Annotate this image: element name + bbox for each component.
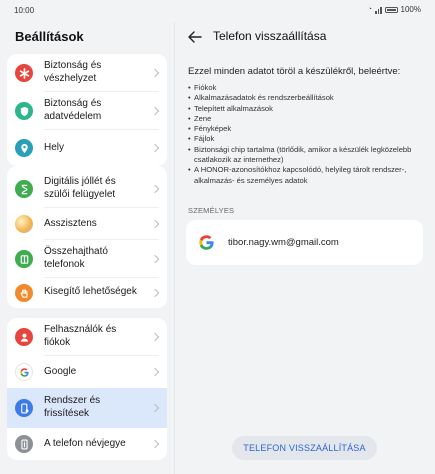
chevron-right-icon	[150, 143, 160, 153]
section-label-personal: SZEMÉLYES	[188, 206, 235, 215]
sidebar-item-label: Rendszer és frissítések	[44, 395, 101, 419]
hourglass-icon	[15, 180, 33, 198]
user-icon	[15, 328, 33, 346]
list-item: Fényképek	[188, 124, 423, 135]
settings-card-wellbeing: Digitális jóllét és szülői felügyelet As…	[7, 166, 167, 308]
assistant-icon	[15, 215, 33, 233]
panel-divider	[174, 22, 175, 474]
list-item: Fiókok	[188, 83, 423, 94]
foldable-icon	[15, 250, 33, 268]
battery-icon	[384, 6, 398, 13]
sidebar-item-google[interactable]: Google	[7, 356, 167, 388]
list-item: Telepített alkalmazások	[188, 104, 423, 115]
sidebar-item-assistant[interactable]: Asszisztens	[7, 208, 167, 240]
sidebar-item-about-phone[interactable]: A telefon névjegye	[7, 428, 167, 460]
sidebar-item-privacy[interactable]: Biztonság és adatvédelem	[7, 92, 167, 130]
list-item: Alkalmazásadatok és rendszerbeállítások	[188, 93, 423, 104]
battery-percent: 100%	[400, 5, 421, 14]
list-item: Biztonsági chip tartalma (törlődik, amik…	[188, 145, 423, 166]
sidebar-item-label: Asszisztens	[44, 218, 97, 229]
settings-card-system: Felhasználók és fiókok Google Rendszer é…	[7, 318, 167, 460]
sidebar-item-label: Google	[44, 366, 77, 377]
sidebar-item-label: A telefon névjegye	[44, 438, 126, 449]
chevron-right-icon	[150, 68, 160, 78]
settings-card-security: Biztonság és vészhelyzet Biztonság és ad…	[7, 54, 167, 166]
wifi-icon: ◔	[367, 6, 373, 13]
sidebar-item-label: Digitális jóllét és szülői felügyelet	[44, 176, 116, 200]
account-card: tibor.nagy.wm@gmail.com	[186, 220, 423, 265]
google-icon	[197, 233, 216, 252]
account-email: tibor.nagy.wm@gmail.com	[228, 237, 339, 248]
sidebar-item-foldable[interactable]: Összehajtható telefonok	[7, 240, 167, 278]
list-item: Zene	[188, 114, 423, 125]
status-icons: ◔ 100%	[368, 5, 421, 14]
sidebar-item-label: Biztonság és vészhelyzet	[44, 60, 102, 84]
sidebar-item-label: Hely	[44, 142, 65, 153]
sidebar-item-accessibility[interactable]: Kisegítő lehetőségek	[7, 278, 167, 308]
sidebar-item-label: Felhasználók és fiókok	[44, 324, 117, 348]
sidebar-item-emergency[interactable]: Biztonság és vészhelyzet	[7, 54, 167, 92]
phone-info-icon	[15, 435, 33, 453]
hand-icon	[15, 284, 33, 302]
sidebar-item-label: Kisegítő lehetőségek	[44, 286, 137, 297]
chevron-right-icon	[150, 332, 160, 342]
reset-intro-text: Ezzel minden adatot töröl a készülékről,…	[188, 66, 401, 77]
status-time: 10:00	[14, 6, 35, 15]
shield-icon	[15, 102, 33, 120]
status-bar: 10:00 ◔ 100%	[0, 0, 435, 22]
chevron-right-icon	[150, 403, 160, 413]
sidebar-item-system-updates[interactable]: Rendszer és frissítések	[7, 388, 167, 428]
reset-data-list: Fiókok Alkalmazásadatok és rendszerbeáll…	[188, 83, 423, 186]
chevron-right-icon	[150, 106, 160, 116]
chevron-right-icon	[150, 367, 160, 377]
phone-update-icon	[15, 399, 33, 417]
settings-title: Beállítások	[15, 29, 84, 44]
sidebar-item-location[interactable]: Hely	[7, 130, 167, 166]
asterisk-icon	[15, 64, 33, 82]
sidebar-item-label: Összehajtható telefonok	[44, 246, 108, 270]
list-item: A HONOR-azonosítókhoz kapcsolódó, helyil…	[188, 165, 423, 186]
chevron-right-icon	[150, 254, 160, 264]
chevron-right-icon	[150, 288, 160, 298]
back-arrow-icon[interactable]	[188, 30, 202, 43]
google-icon	[15, 363, 33, 381]
reset-phone-button[interactable]: TELEFON VISSZAÁLLÍTÁSA	[232, 436, 377, 460]
sidebar-item-digital-wellbeing[interactable]: Digitális jóllét és szülői felügyelet	[7, 170, 167, 208]
signal-icon	[375, 6, 382, 14]
chevron-right-icon	[150, 439, 160, 449]
sidebar-item-label: Biztonság és adatvédelem	[44, 98, 102, 122]
list-item: Fájlok	[188, 134, 423, 145]
sidebar-item-users-accounts[interactable]: Felhasználók és fiókok	[7, 318, 167, 356]
page-title: Telefon visszaállítása	[213, 29, 327, 43]
location-icon	[15, 139, 33, 157]
chevron-right-icon	[150, 219, 160, 229]
chevron-right-icon	[150, 184, 160, 194]
